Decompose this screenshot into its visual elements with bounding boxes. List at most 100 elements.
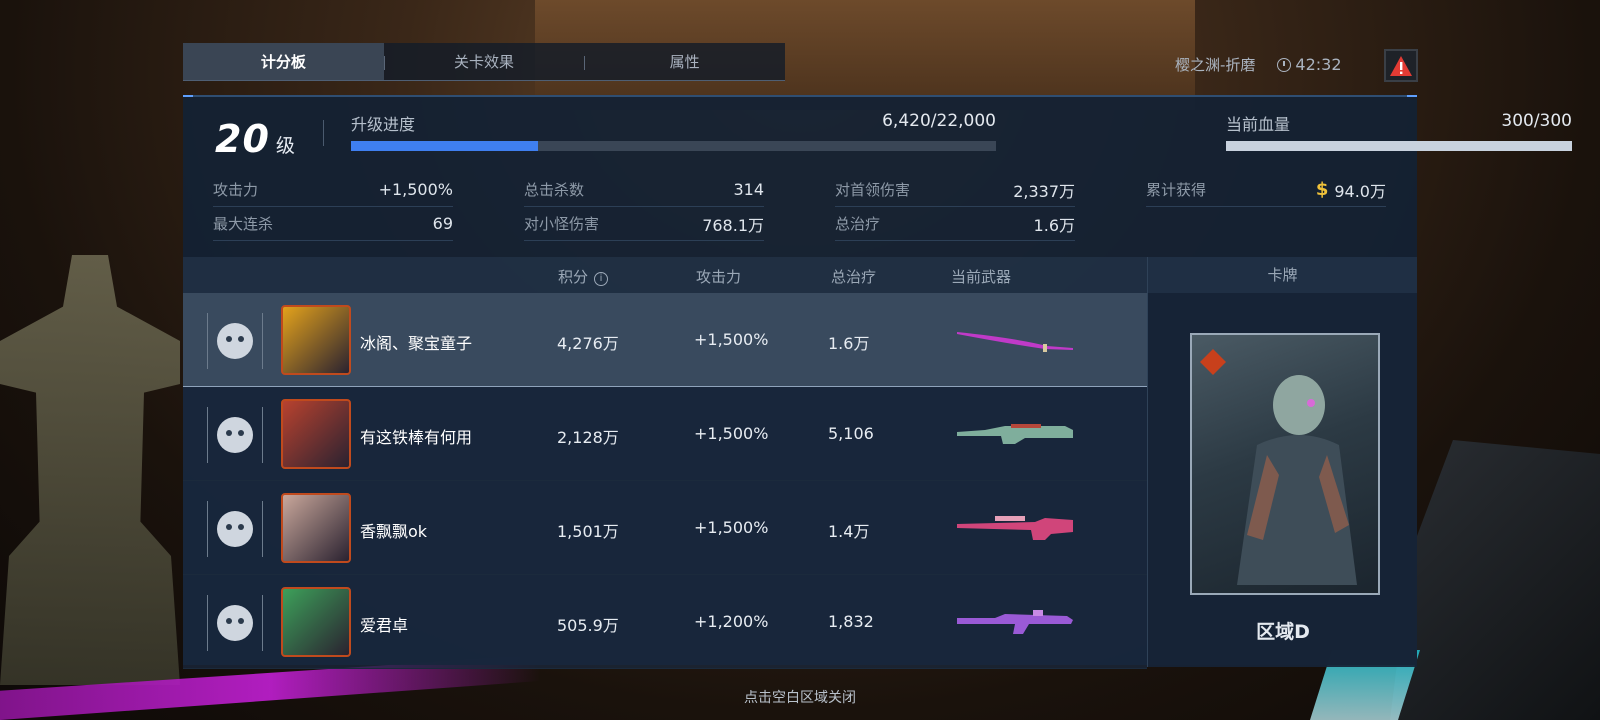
player-badge xyxy=(207,595,263,651)
level-unit: 级 xyxy=(275,135,295,157)
table-row[interactable]: 香飘飘ok 1,501万 +1,500% 1.4万 xyxy=(183,481,1147,575)
fox-face-icon xyxy=(217,417,253,453)
player-heal: 1,832 xyxy=(828,612,874,631)
money-amount: 94.0万 xyxy=(1334,181,1386,201)
player-level: 20 级 xyxy=(215,117,295,161)
tab-stage-effects[interactable]: 关卡效果 xyxy=(383,43,585,80)
stat-value: 69 xyxy=(432,214,453,233)
map-name: 樱之渊-折磨 xyxy=(1175,56,1256,74)
player-score: 1,501万 xyxy=(557,522,619,541)
player-heal: 5,106 xyxy=(828,424,874,443)
player-badge xyxy=(207,501,263,557)
player-badge xyxy=(207,407,263,463)
background-player-weapon xyxy=(1390,440,1600,720)
player-name: 爱君卓 xyxy=(360,616,409,635)
stat-label: 攻击力 xyxy=(213,181,259,199)
avatar[interactable] xyxy=(281,493,351,563)
stats-grid: 攻击力 +1,500% 总击杀数 314 对首领伤害 2,337万 累计获得 $… xyxy=(213,173,1386,241)
stat-value: 314 xyxy=(733,180,764,199)
info-icon[interactable]: i xyxy=(594,272,609,286)
card-label: 区域D xyxy=(1256,621,1310,643)
card-column: 卡牌 区域D xyxy=(1147,257,1417,667)
rifle-weapon-icon xyxy=(957,424,1073,444)
emblem-icon xyxy=(1200,349,1226,375)
sniper-weapon-icon xyxy=(957,516,1073,540)
table-row[interactable]: 有这铁棒有何用 2,128万 +1,500% 5,106 xyxy=(183,387,1147,481)
divider xyxy=(323,120,324,146)
bear-face-icon xyxy=(217,605,253,641)
stat-label: 对小怪伤害 xyxy=(524,215,600,233)
stat-total-heal: 总治疗 1.6万 xyxy=(835,207,1075,241)
close-hint[interactable]: 点击空白区域关闭 xyxy=(0,687,1600,707)
player-name: 香飘飘ok xyxy=(360,522,428,541)
stat-value: 1.6万 xyxy=(1033,215,1075,235)
dollar-icon: $ xyxy=(1315,179,1329,200)
header-score: 积分 i xyxy=(558,266,609,287)
map-info: 樱之渊-折磨 42:32 xyxy=(1175,54,1342,75)
hp-progress: 当前血量 300/300 xyxy=(1226,111,1572,151)
player-score: 505.9万 xyxy=(557,616,619,635)
stat-label: 总击杀数 xyxy=(524,181,585,199)
tab-scoreboard[interactable]: 计分板 xyxy=(183,43,384,80)
xp-value: 6,420/22,000 xyxy=(882,111,996,131)
report-warning-button[interactable] xyxy=(1384,49,1418,82)
xp-progress: 升级进度 6,420/22,000 xyxy=(351,111,996,151)
table-row[interactable]: 爱君卓 505.9万 +1,200% 1,832 xyxy=(183,575,1147,669)
header-heal: 总治疗 xyxy=(831,268,877,286)
stat-value: 2,337万 xyxy=(1013,181,1075,201)
header-weapon: 当前武器 xyxy=(951,268,1012,286)
avatar[interactable] xyxy=(281,399,351,469)
avatar[interactable] xyxy=(281,587,351,657)
table-header: 积分 i 攻击力 总治疗 当前武器 xyxy=(183,257,1147,293)
scoreboard-tabs: 计分板 关卡效果 属性 xyxy=(183,43,785,81)
stat-attack: 攻击力 +1,500% xyxy=(213,173,453,207)
player-name: 有这铁棒有何用 xyxy=(360,428,473,447)
hp-bar-fill xyxy=(1226,141,1572,151)
stat-value: +1,500% xyxy=(378,180,453,199)
player-badge xyxy=(207,313,263,369)
header-score-label: 积分 xyxy=(558,268,589,286)
table-row[interactable]: 冰阁、聚宝童子 4,276万 +1,500% 1.6万 xyxy=(183,293,1147,387)
tab-attributes[interactable]: 属性 xyxy=(584,43,785,80)
stat-total-earned: 累计获得 $ 94.0万 xyxy=(1146,173,1386,207)
player-heal: 1.4万 xyxy=(828,522,870,541)
timer-value: 42:32 xyxy=(1295,55,1342,74)
stat-label: 总治疗 xyxy=(835,215,881,233)
stat-total-kills: 总击杀数 314 xyxy=(524,173,764,207)
stat-minion-damage: 对小怪伤害 768.1万 xyxy=(524,207,764,241)
level-number: 20 xyxy=(215,117,270,161)
player-attack: +1,200% xyxy=(694,612,769,631)
stat-value: $ 94.0万 xyxy=(1316,178,1386,202)
stat-label: 最大连杀 xyxy=(213,215,274,233)
player-heal: 1.6万 xyxy=(828,334,870,353)
player-score: 2,128万 xyxy=(557,428,619,447)
match-timer: 42:32 xyxy=(1277,55,1342,74)
player-attack: +1,500% xyxy=(694,424,769,443)
zombie-figure-icon xyxy=(1237,375,1357,585)
hp-value: 300/300 xyxy=(1501,111,1572,131)
xp-bar-fill xyxy=(351,141,539,151)
player-attack: +1,500% xyxy=(694,330,769,349)
stat-label: 对首领伤害 xyxy=(835,181,911,199)
assault-rifle-weapon-icon xyxy=(957,610,1073,634)
stat-label: 累计获得 xyxy=(1146,181,1207,199)
player-attack: +1,500% xyxy=(694,518,769,537)
stat-empty xyxy=(1146,207,1386,241)
header-attack: 攻击力 xyxy=(696,268,742,286)
katana-weapon-icon xyxy=(957,332,1073,352)
hp-bar xyxy=(1226,141,1572,151)
monkey-face-icon xyxy=(217,323,253,359)
stat-max-streak: 最大连杀 69 xyxy=(213,207,453,241)
player-rows: 冰阁、聚宝童子 4,276万 +1,500% 1.6万 有这铁棒有何用 2,12… xyxy=(183,293,1147,669)
player-score: 4,276万 xyxy=(557,334,619,353)
background-stone-lantern xyxy=(0,255,180,685)
avatar[interactable] xyxy=(281,305,351,375)
xp-bar xyxy=(351,141,996,151)
card-header: 卡牌 xyxy=(1148,257,1417,293)
stat-boss-damage: 对首领伤害 2,337万 xyxy=(835,173,1075,207)
player-name: 冰阁、聚宝童子 xyxy=(360,334,473,353)
xp-label: 升级进度 xyxy=(351,115,416,134)
zone-card[interactable] xyxy=(1190,333,1380,595)
warning-icon xyxy=(1390,55,1412,76)
scoreboard-panel: 20 级 升级进度 6,420/22,000 当前血量 300/300 攻击力 … xyxy=(183,95,1572,669)
